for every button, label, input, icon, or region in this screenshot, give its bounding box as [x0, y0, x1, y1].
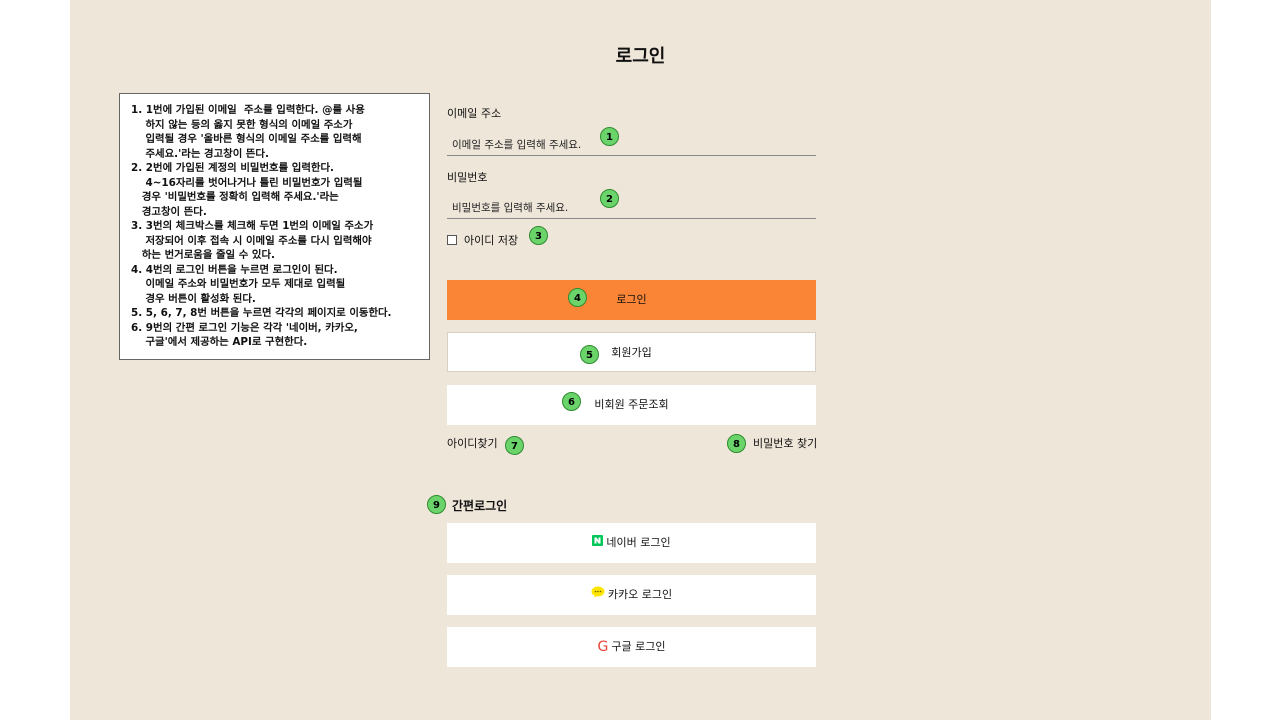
- note-line: 2. 2번에 가입된 계정의 비밀번호를 입력한다.: [131, 162, 334, 174]
- email-label: 이메일 주소: [447, 107, 502, 120]
- note-line: 하는 번거로움을 줄일 수 있다.: [131, 249, 275, 261]
- page-canvas: 로그인 1. 1번에 가입된 이메일 주소를 입력한다. @를 사용 하지 않는…: [70, 0, 1211, 720]
- badge-4: 4: [568, 288, 587, 307]
- badge-8: 8: [727, 434, 746, 453]
- password-label: 비밀번호: [447, 171, 488, 184]
- kakao-login-label: 카카오 로그인: [607, 588, 673, 601]
- note-line: 3. 3번의 체크박스를 체크해 두면 1번의 이메일 주소가: [131, 220, 374, 232]
- kakao-bubble-icon: [591, 575, 605, 615]
- note-line: 1. 1번에 가입된 이메일 주소를 입력한다. @를 사용: [131, 104, 365, 116]
- naver-login-label: 네이버 로그인: [606, 536, 671, 549]
- guest-order-button[interactable]: 비회원 주문조회: [447, 385, 816, 425]
- note-line: 6. 9번의 간편 로그인 기능은 각각 '네이버, 카카오,: [131, 321, 358, 334]
- note-line: 4. 4번의 로그인 버튼을 누르면 로그인이 된다.: [131, 263, 338, 276]
- naver-n-icon: [592, 523, 604, 563]
- badge-6: 6: [562, 392, 581, 411]
- note-line: 경우 버튼이 활성화 된다.: [131, 292, 256, 305]
- login-button[interactable]: 로그인: [447, 280, 816, 320]
- social-login-title: 간편로그인: [452, 499, 508, 513]
- remember-id-label: 아이디 저장: [464, 234, 519, 247]
- note-line: 4~16자리를 벗어나거나 틀린 비밀번호가 입력될: [131, 176, 363, 189]
- badge-9: 9: [427, 495, 446, 514]
- badge-5: 5: [580, 345, 599, 364]
- note-line: 5. 5, 6, 7, 8번 버튼을 누르면 각각의 페이지로 이동한다.: [131, 307, 392, 319]
- remember-id-checkbox[interactable]: [447, 235, 457, 245]
- note-line: 구글'에서 제공하는 API로 구현한다.: [131, 336, 308, 348]
- note-line: 경우 '비밀번호를 정확히 입력해 주세요.'라는: [131, 191, 339, 203]
- naver-login-button[interactable]: 네이버 로그인: [447, 523, 816, 563]
- kakao-login-button[interactable]: 카카오 로그인: [447, 575, 816, 615]
- guest-order-button-label: 비회원 주문조회: [594, 398, 669, 411]
- find-password-link[interactable]: 비밀번호 찾기: [753, 435, 817, 451]
- note-line: 주세요.'라는 경고창이 뜬다.: [131, 147, 269, 160]
- find-id-link[interactable]: 아이디찾기: [447, 435, 498, 451]
- google-login-button[interactable]: G 구글 로그인: [447, 627, 816, 667]
- badge-1: 1: [600, 127, 619, 146]
- google-login-label: 구글 로그인: [611, 640, 666, 653]
- note-line: 저장되어 이후 접속 시 이메일 주소를 다시 입력해야: [131, 234, 372, 247]
- badge-3: 3: [529, 226, 548, 245]
- signup-button-label: 회원가입: [611, 346, 652, 359]
- email-field[interactable]: 이메일 주소를 입력해 주세요.: [447, 133, 816, 156]
- note-line: 경고창이 뜬다.: [131, 205, 207, 218]
- note-line: 하지 않는 등의 옳지 못한 형식의 이메일 주소가: [131, 118, 353, 131]
- page-title: 로그인: [615, 46, 666, 67]
- password-field[interactable]: 비밀번호를 입력해 주세요.: [447, 196, 816, 219]
- signup-button[interactable]: 회원가입: [447, 332, 816, 372]
- annotation-notes: 1. 1번에 가입된 이메일 주소를 입력한다. @를 사용 하지 않는 등의 …: [119, 93, 430, 360]
- note-line: 입력될 경우 '올바른 형식의 이메일 주소를 입력해: [131, 133, 362, 145]
- note-line: 이메일 주소와 비밀번호가 모두 제대로 입력될: [131, 278, 346, 290]
- email-placeholder: 이메일 주소를 입력해 주세요.: [452, 139, 582, 151]
- login-button-label: 로그인: [616, 293, 647, 306]
- google-g-icon: G: [597, 639, 609, 655]
- badge-7: 7: [505, 436, 524, 455]
- badge-2: 2: [600, 189, 619, 208]
- password-placeholder: 비밀번호를 입력해 주세요.: [452, 202, 569, 214]
